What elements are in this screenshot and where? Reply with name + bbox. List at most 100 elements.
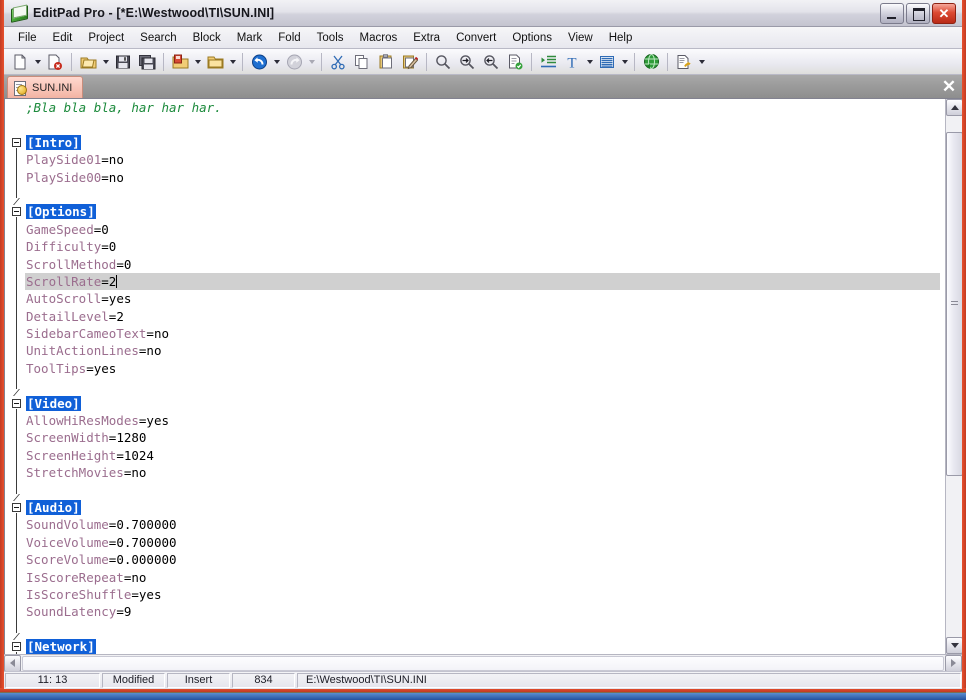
browser-icon[interactable] bbox=[639, 50, 663, 74]
menu-item-fold[interactable]: Fold bbox=[270, 29, 308, 47]
new-file-icon[interactable] bbox=[8, 50, 32, 74]
font-dropdown-arrow[interactable] bbox=[584, 51, 595, 73]
editor-line[interactable]: [Options] bbox=[25, 203, 940, 220]
editor-line[interactable]: [Network] bbox=[25, 638, 940, 654]
fold-toggle-icon[interactable] bbox=[12, 207, 21, 216]
editor-line[interactable]: ScreenWidth=1280 bbox=[25, 429, 940, 446]
find-icon[interactable] bbox=[431, 50, 455, 74]
editor-blank-line[interactable] bbox=[25, 186, 940, 203]
menu-item-project[interactable]: Project bbox=[80, 29, 132, 47]
code-content[interactable]: ;Bla bla bla, har har har. [Intro]PlaySi… bbox=[25, 99, 940, 654]
editor-line[interactable]: [Intro] bbox=[25, 134, 940, 151]
editor-line[interactable]: Difficulty=0 bbox=[25, 238, 940, 255]
editor-line[interactable]: VoiceVolume=0.700000 bbox=[25, 534, 940, 551]
fold-toggle-icon[interactable] bbox=[12, 642, 21, 651]
menu-item-view[interactable]: View bbox=[560, 29, 601, 47]
save-all-icon[interactable] bbox=[135, 50, 159, 74]
close-button[interactable]: ✕ bbox=[932, 3, 956, 24]
menu-item-search[interactable]: Search bbox=[132, 29, 184, 47]
editor-line[interactable]: [Video] bbox=[25, 395, 940, 412]
editor-line[interactable]: ScrollMethod=0 bbox=[25, 256, 940, 273]
taskbar[interactable] bbox=[0, 693, 966, 700]
horizontal-scrollbar-thumb[interactable] bbox=[22, 656, 944, 671]
editor-line[interactable]: AutoScroll=yes bbox=[25, 290, 940, 307]
editor-line[interactable]: SoundVolume=0.700000 bbox=[25, 516, 940, 533]
redo-icon[interactable] bbox=[282, 50, 306, 74]
menu-item-block[interactable]: Block bbox=[185, 29, 229, 47]
menu-item-options[interactable]: Options bbox=[504, 29, 560, 47]
editor-line[interactable]: PlaySide01=no bbox=[25, 151, 940, 168]
editor-blank-line[interactable] bbox=[25, 482, 940, 499]
paste-icon[interactable] bbox=[374, 50, 398, 74]
fold-gutter[interactable] bbox=[5, 99, 25, 654]
fold-toggle-icon[interactable] bbox=[12, 399, 21, 408]
scroll-down-button[interactable] bbox=[946, 637, 962, 654]
editor-line[interactable]: IsScoreShuffle=yes bbox=[25, 586, 940, 603]
close-tab-button[interactable]: ✕ bbox=[936, 75, 962, 98]
editor-blank-line[interactable] bbox=[25, 116, 940, 133]
indent-icon[interactable] bbox=[536, 50, 560, 74]
export-dropdown-arrow[interactable] bbox=[696, 51, 707, 73]
editor-line[interactable]: StretchMovies=no bbox=[25, 464, 940, 481]
fold-toggle-icon[interactable] bbox=[12, 503, 21, 512]
close-file-icon[interactable] bbox=[43, 50, 67, 74]
horizontal-scrollbar[interactable] bbox=[4, 654, 962, 671]
menu-item-edit[interactable]: Edit bbox=[45, 29, 81, 47]
font-icon[interactable]: T bbox=[560, 50, 584, 74]
editor-line[interactable]: DetailLevel=2 bbox=[25, 308, 940, 325]
menu-item-convert[interactable]: Convert bbox=[448, 29, 504, 47]
editor-line[interactable]: ScoreVolume=0.000000 bbox=[25, 551, 940, 568]
editor-blank-line[interactable] bbox=[25, 377, 940, 394]
replace-icon[interactable] bbox=[503, 50, 527, 74]
minimize-button[interactable] bbox=[880, 3, 904, 24]
editor-line[interactable]: AllowHiResModes=yes bbox=[25, 412, 940, 429]
export-icon[interactable] bbox=[672, 50, 696, 74]
editor-line[interactable]: IsScoreRepeat=no bbox=[25, 569, 940, 586]
undo-icon[interactable] bbox=[247, 50, 271, 74]
editor-line[interactable]: ToolTips=yes bbox=[25, 360, 940, 377]
menu-item-tools[interactable]: Tools bbox=[309, 29, 352, 47]
save-file-icon[interactable] bbox=[111, 50, 135, 74]
text-editor[interactable]: ;Bla bla bla, har har har. [Intro]PlaySi… bbox=[4, 98, 962, 654]
scroll-up-button[interactable] bbox=[946, 99, 962, 116]
editor-line[interactable]: ScreenHeight=1024 bbox=[25, 447, 940, 464]
vertical-scrollbar[interactable] bbox=[945, 99, 962, 654]
menu-item-extra[interactable]: Extra bbox=[405, 29, 448, 47]
scroll-right-button[interactable] bbox=[945, 655, 962, 672]
title-bar[interactable]: EditPad Pro - [*E:\Westwood\TI\SUN.INI] … bbox=[4, 0, 962, 27]
editor-line[interactable]: PlaySide00=no bbox=[25, 169, 940, 186]
line-layout-icon[interactable] bbox=[595, 50, 619, 74]
window-controls: ✕ bbox=[880, 3, 956, 24]
open-file-dropdown-arrow[interactable] bbox=[100, 51, 111, 73]
editor-line[interactable]: SidebarCameoText=no bbox=[25, 325, 940, 342]
maximize-button[interactable] bbox=[906, 3, 930, 24]
find-previous-icon[interactable] bbox=[479, 50, 503, 74]
editor-line[interactable]: ;Bla bla bla, har har har. bbox=[25, 99, 940, 116]
menu-item-help[interactable]: Help bbox=[601, 29, 641, 47]
undo-dropdown-arrow[interactable] bbox=[271, 51, 282, 73]
project-folder-dropdown-arrow[interactable] bbox=[227, 51, 238, 73]
editor-line[interactable]: GameSpeed=0 bbox=[25, 221, 940, 238]
project-folder-icon[interactable] bbox=[203, 50, 227, 74]
find-next-icon[interactable] bbox=[455, 50, 479, 74]
editor-line[interactable]: ScrollRate=2 bbox=[25, 273, 940, 290]
menu-item-file[interactable]: File bbox=[10, 29, 45, 47]
editor-line[interactable]: [Audio] bbox=[25, 499, 940, 516]
line-layout-dropdown-arrow[interactable] bbox=[619, 51, 630, 73]
menu-item-macros[interactable]: Macros bbox=[352, 29, 406, 47]
editor-line[interactable]: SoundLatency=9 bbox=[25, 603, 940, 620]
menu-item-mark[interactable]: Mark bbox=[229, 29, 271, 47]
cut-icon[interactable] bbox=[326, 50, 350, 74]
open-project-dropdown-arrow[interactable] bbox=[192, 51, 203, 73]
scroll-left-button[interactable] bbox=[4, 655, 21, 672]
editor-line[interactable]: UnitActionLines=no bbox=[25, 342, 940, 359]
paste-special-icon[interactable] bbox=[398, 50, 422, 74]
editor-blank-line[interactable] bbox=[25, 621, 940, 638]
vertical-scrollbar-thumb[interactable] bbox=[946, 132, 962, 477]
open-project-icon[interactable] bbox=[168, 50, 192, 74]
new-file-dropdown-arrow[interactable] bbox=[32, 51, 43, 73]
open-file-icon[interactable] bbox=[76, 50, 100, 74]
tab-sun-ini[interactable]: SUN.INI bbox=[7, 76, 83, 98]
fold-toggle-icon[interactable] bbox=[12, 138, 21, 147]
copy-icon[interactable] bbox=[350, 50, 374, 74]
